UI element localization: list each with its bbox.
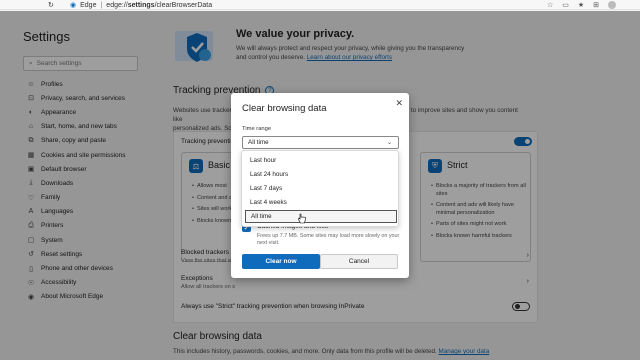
url-text[interactable]: edge://settings/clearBrowserData: [106, 2, 212, 9]
refresh-icon[interactable]: ↻: [48, 1, 54, 9]
favorites-icon[interactable]: ★: [578, 1, 584, 9]
time-range-select[interactable]: All time ⌄: [242, 136, 399, 149]
address-separator: |: [100, 1, 103, 9]
address-bar[interactable]: ◉ Edge | edge://settings/clearBrowserDat…: [70, 0, 212, 10]
nav-buttons: ↻: [48, 0, 54, 10]
edge-logo-icon: ◉: [70, 2, 77, 9]
time-range-option-last-4-weeks[interactable]: Last 4 weeks: [245, 196, 397, 209]
browser-toolbar: ↻ ◉ Edge | edge://settings/clearBrowserD…: [0, 0, 640, 10]
time-range-label: Time range: [242, 126, 272, 132]
avatar[interactable]: [608, 1, 616, 9]
time-range-dropdown: Last hour Last 24 hours Last 7 days Last…: [241, 150, 399, 227]
tab-label: Edge: [80, 1, 97, 9]
cancel-button[interactable]: Cancel: [320, 254, 398, 269]
time-range-option-last-24-hours[interactable]: Last 24 hours: [245, 168, 397, 181]
favorites-add-icon[interactable]: ☆: [547, 1, 553, 9]
time-range-option-last-hour[interactable]: Last hour: [245, 154, 397, 167]
time-range-option-all-time[interactable]: All time: [245, 210, 397, 223]
time-range-option-last-7-days[interactable]: Last 7 days: [245, 182, 397, 195]
chevron-down-icon: ⌄: [386, 140, 392, 146]
time-range-value: All time: [248, 139, 269, 146]
toolbar-actions: ☆ ▭ ★ ⊞: [547, 0, 616, 10]
clear-now-button[interactable]: Clear now: [242, 254, 320, 269]
close-icon[interactable]: ✕: [395, 98, 403, 109]
dialog-title: Clear browsing data: [242, 103, 327, 114]
split-icon[interactable]: ▭: [562, 1, 569, 9]
hand-cursor-icon: [298, 213, 306, 224]
cached-images-desc: Frees up 7.7 MB. Some sites may load mor…: [257, 233, 400, 247]
collections-icon[interactable]: ⊞: [593, 1, 599, 9]
